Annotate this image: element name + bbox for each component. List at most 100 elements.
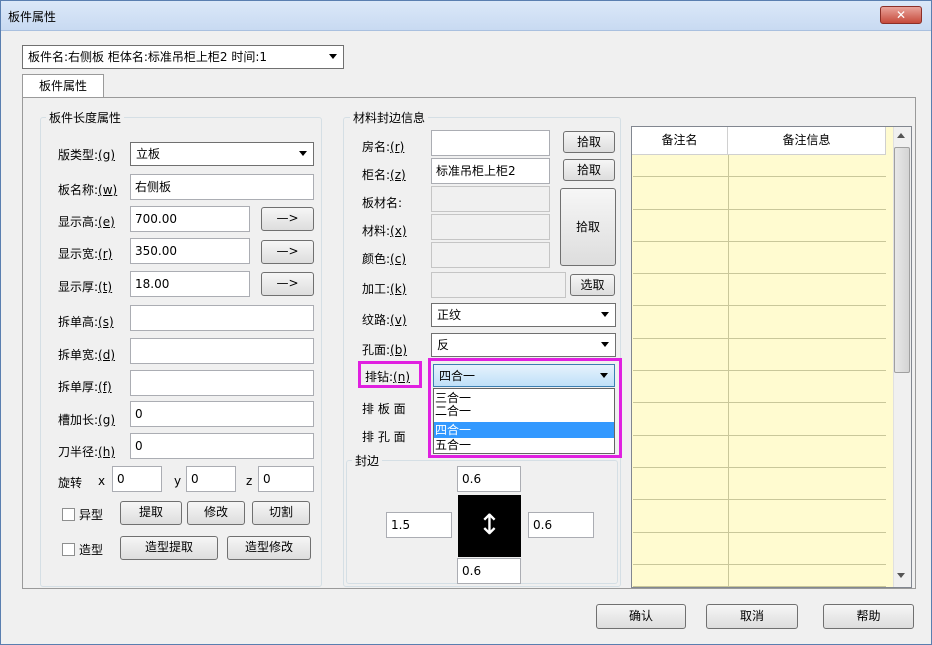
rotate-y-input[interactable]: 0 [186, 466, 236, 492]
display-width-input[interactable]: 350.00 [130, 238, 250, 264]
table-row[interactable] [633, 543, 886, 565]
apply-thickness-button[interactable]: —> [261, 272, 314, 296]
drill-label: 排钻:(n) [365, 370, 411, 384]
table-row[interactable] [633, 317, 886, 339]
close-button[interactable]: ✕ [880, 6, 922, 24]
vertical-arrow-icon: ↕ [477, 508, 502, 541]
drill-option[interactable]: 五合一 [435, 438, 613, 452]
drill-option-selected[interactable]: 四合一 [434, 422, 614, 438]
cabinet-input[interactable]: 标准吊柜上柜2 [431, 158, 550, 184]
model-extract-button[interactable]: 造型提取 [120, 536, 218, 560]
split-thickness-input[interactable] [130, 370, 314, 396]
slot-add-label: 槽加长:(g) [58, 413, 116, 427]
shaped-checkbox[interactable] [62, 508, 75, 521]
knife-radius-input[interactable]: 0 [130, 433, 314, 459]
rotate-z-input[interactable]: 0 [258, 466, 314, 492]
process-input [431, 272, 566, 298]
grain-value: 正纹 [437, 308, 462, 322]
room-label: 房名:(r) [362, 140, 405, 154]
rotate-x-input[interactable]: 0 [112, 466, 162, 492]
board-type-label: 版类型:(g) [58, 148, 116, 162]
notes-col-info-header[interactable]: 备注信息 [728, 127, 886, 155]
chevron-down-icon [329, 54, 337, 59]
split-thickness-label: 拆单厚:(f) [58, 380, 112, 394]
scrollbar-thumb[interactable] [894, 147, 910, 373]
table-row[interactable] [633, 349, 886, 371]
notes-col-name-header[interactable]: 备注名 [632, 127, 728, 155]
table-row[interactable] [633, 188, 886, 210]
table-row[interactable] [633, 478, 886, 500]
apply-height-button[interactable]: —> [261, 207, 314, 231]
board-type-combo[interactable]: 立板 [130, 142, 314, 166]
shaped-cut-button[interactable]: 切割 [252, 501, 310, 525]
table-row[interactable] [633, 511, 886, 533]
hole-face-value: 反 [437, 338, 450, 352]
tab-board-properties[interactable]: 板件属性 [22, 74, 104, 98]
edge-right-input[interactable]: 0.6 [528, 512, 594, 538]
model-checkbox[interactable] [62, 543, 75, 556]
rotate-label: 旋转 [58, 476, 83, 490]
display-height-input[interactable]: 700.00 [130, 206, 250, 232]
cabinet-label: 柜名:(z) [362, 168, 406, 182]
model-label: 造型 [79, 543, 104, 557]
board-material-input [431, 186, 550, 212]
chevron-down-icon [601, 312, 609, 317]
split-height-input[interactable] [130, 305, 314, 331]
grain-combo[interactable]: 正纹 [431, 303, 616, 327]
shaped-label: 异型 [79, 508, 104, 522]
drill-option[interactable]: 二合一 [435, 405, 613, 418]
display-thickness-input[interactable]: 18.00 [130, 271, 250, 297]
scroll-up-icon[interactable] [897, 133, 905, 138]
rotate-y-label: y [174, 474, 182, 488]
help-button[interactable]: 帮助 [823, 604, 914, 629]
board-name-input[interactable]: 右侧板 [130, 174, 314, 200]
room-pick-button[interactable]: 拾取 [563, 131, 615, 153]
shaped-extract-button[interactable]: 提取 [120, 501, 182, 525]
process-select-button[interactable]: 选取 [570, 274, 615, 296]
color-label: 颜色:(c) [362, 252, 407, 266]
edge-group-title: 封边 [352, 452, 383, 469]
table-row[interactable] [633, 252, 886, 274]
table-row[interactable] [633, 565, 886, 587]
slot-add-input[interactable]: 0 [130, 401, 314, 427]
title-bar [1, 1, 931, 31]
edge-top-input[interactable]: 0.6 [457, 466, 521, 492]
knife-radius-label: 刀半径:(h) [58, 445, 116, 459]
color-input [431, 242, 550, 268]
hole-face-label: 孔面:(b) [362, 343, 408, 357]
edge-left-input[interactable]: 1.5 [386, 512, 452, 538]
drill-combo[interactable]: 四合一 [433, 364, 615, 387]
ok-button[interactable]: 确认 [596, 604, 686, 629]
table-row[interactable] [633, 381, 886, 403]
board-material-label: 板材名: [362, 196, 403, 210]
process-label: 加工:(k) [362, 282, 407, 296]
material-pick-button[interactable]: 拾取 [560, 188, 616, 266]
shaped-modify-button[interactable]: 修改 [187, 501, 245, 525]
split-width-label: 拆单宽:(d) [58, 348, 116, 362]
chevron-down-icon [299, 151, 307, 156]
edge-preview-box: ↕ [458, 495, 521, 557]
rotate-z-label: z [246, 474, 253, 488]
table-row[interactable] [633, 446, 886, 468]
grain-label: 纹路:(v) [362, 313, 407, 327]
material-input [431, 214, 550, 240]
cabinet-pick-button[interactable]: 拾取 [563, 159, 615, 181]
edge-bottom-input[interactable]: 0.6 [457, 558, 521, 584]
board-selector-value: 板件名:右侧板 柜体名:标准吊柜上柜2 时间:1 [28, 50, 268, 64]
split-width-input[interactable] [130, 338, 314, 364]
tab-label: 板件属性 [38, 79, 87, 93]
model-modify-button[interactable]: 造型修改 [227, 536, 311, 560]
room-input[interactable] [431, 130, 550, 156]
hole-face-combo[interactable]: 反 [431, 333, 616, 357]
table-row[interactable] [633, 284, 886, 306]
board-selector-combo[interactable]: 板件名:右侧板 柜体名:标准吊柜上柜2 时间:1 [22, 45, 344, 69]
table-row[interactable] [633, 414, 886, 436]
cancel-button[interactable]: 取消 [706, 604, 798, 629]
table-row[interactable] [633, 220, 886, 242]
chevron-down-icon [600, 373, 608, 378]
material-label: 材料:(x) [362, 224, 407, 238]
table-row[interactable] [633, 155, 886, 177]
scroll-down-icon[interactable] [897, 573, 905, 578]
apply-width-button[interactable]: —> [261, 240, 314, 264]
row-hole-face-label: 排 孔 面 [362, 430, 406, 444]
